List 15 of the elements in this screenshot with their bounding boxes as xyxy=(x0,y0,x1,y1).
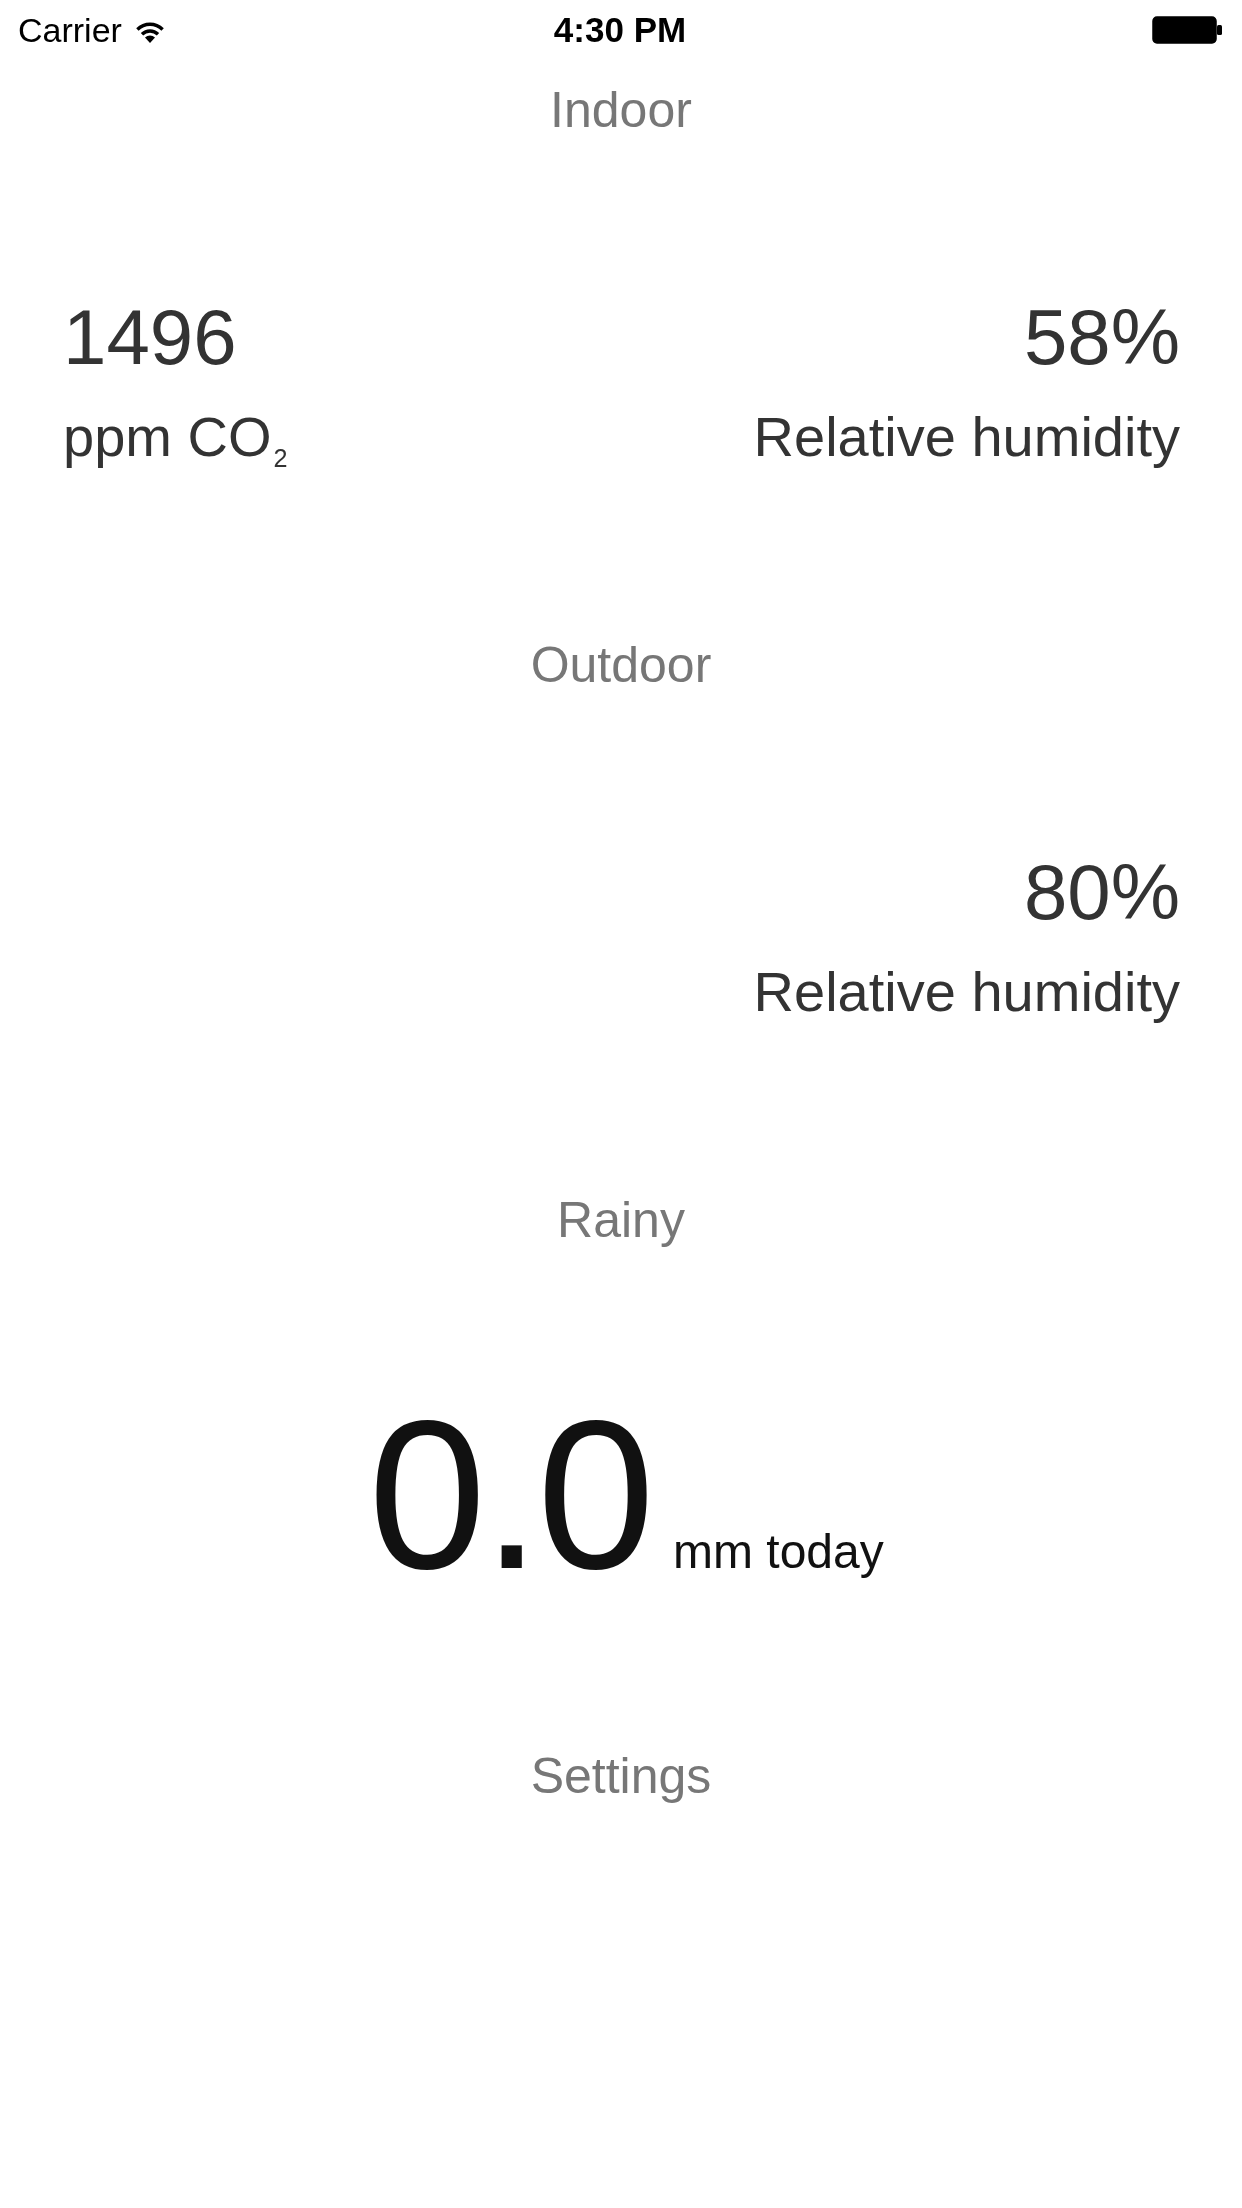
reading-label: Relative humidity xyxy=(753,404,1180,470)
battery-icon xyxy=(1152,16,1222,44)
section-title: Indoor xyxy=(550,82,692,138)
settings-button[interactable]: Settings xyxy=(530,1748,712,1804)
section-title: Rainy xyxy=(557,1192,685,1248)
rain-amount: 0.0 xyxy=(368,1387,651,1602)
reading-label: Relative humidity xyxy=(753,959,1180,1025)
status-time: 4:30 PM xyxy=(553,10,687,50)
reading-value: 80% xyxy=(1023,847,1180,938)
rain-unit: mm today xyxy=(673,1524,884,1580)
reading-label: ppm CO$_{2}$ xyxy=(63,404,288,475)
reading-value: 58% xyxy=(1023,292,1180,383)
section-title: Outdoor xyxy=(530,637,712,693)
carrier-name: Carrier xyxy=(18,10,122,50)
reading-value: 1496 xyxy=(63,292,237,383)
